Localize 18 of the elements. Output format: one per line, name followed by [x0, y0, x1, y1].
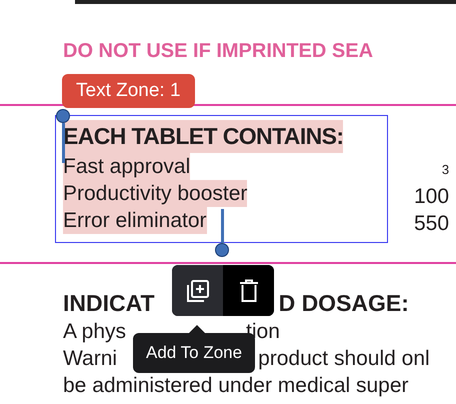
selection-handle[interactable]	[215, 209, 229, 257]
body-text: be administered under medical super	[63, 373, 409, 399]
add-to-zone-button[interactable]	[172, 265, 223, 316]
amount-text: 550	[414, 211, 450, 237]
text-zone[interactable]: EACH TABLET CONTAINS: Fast approval Productivity booster Error eliminator	[55, 115, 388, 243]
section-heading: INDICAT	[63, 289, 155, 318]
warning-heading: DO NOT USE IF IMPRINTED SEA	[62, 39, 374, 64]
trash-icon	[238, 278, 260, 302]
zone-heading: EACH TABLET CONTAINS:	[63, 120, 344, 153]
body-text: Warni	[63, 346, 118, 372]
section-heading: D DOSAGE:	[278, 289, 409, 318]
tooltip-pointer	[189, 325, 205, 333]
amount-text: 3	[442, 161, 450, 179]
add-layer-icon	[186, 278, 210, 302]
body-text: A phys	[63, 319, 126, 345]
zone-badge: Text Zone: 1	[62, 74, 195, 108]
amount-text: 100	[414, 184, 450, 210]
body-text: product should onl	[258, 346, 430, 372]
